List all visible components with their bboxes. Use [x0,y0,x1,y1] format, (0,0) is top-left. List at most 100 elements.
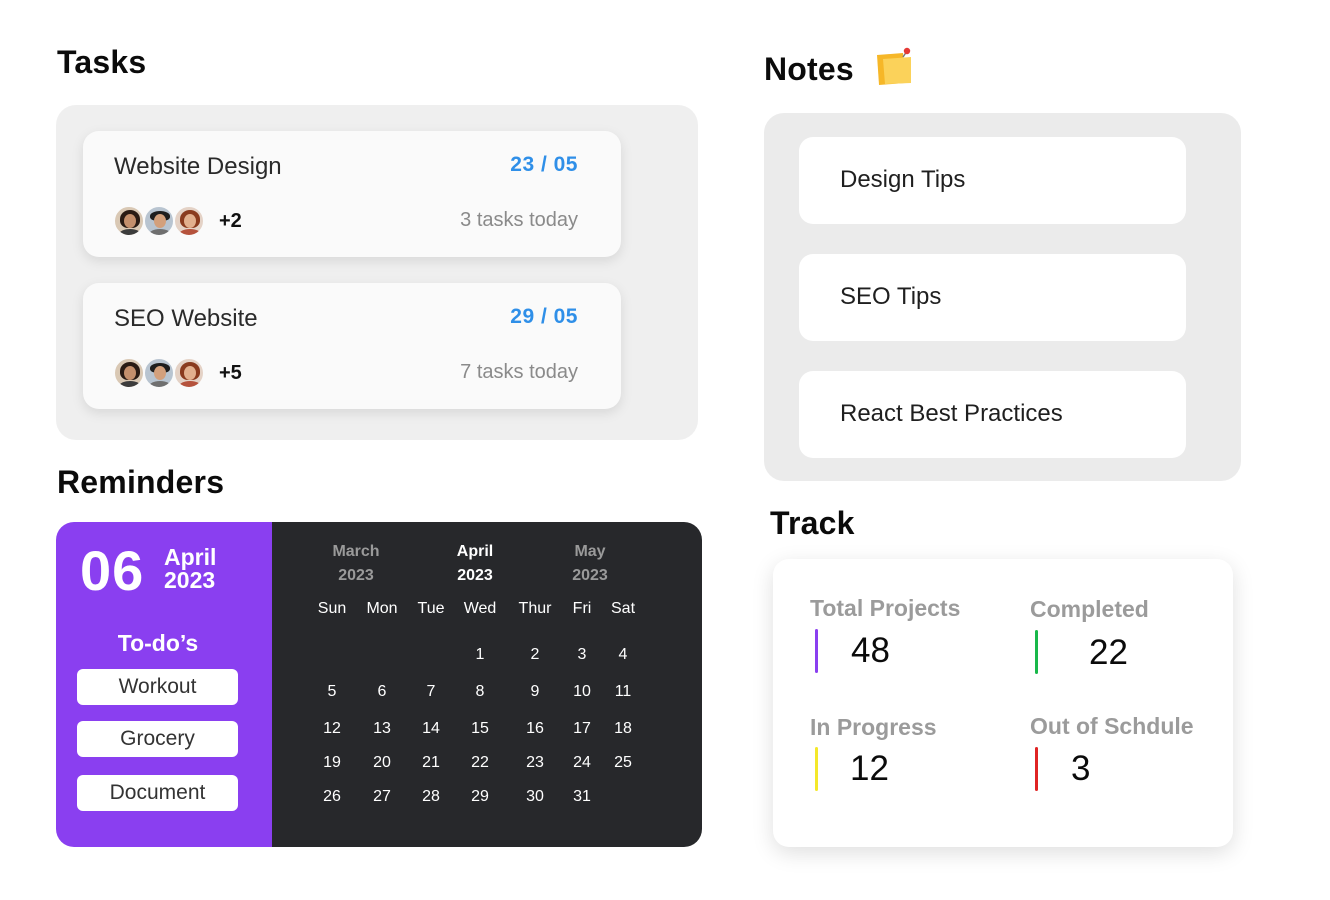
metric-label-in-progress: In Progress [810,714,937,740]
task-card-seo-website[interactable]: SEO Website 29 / 05 +5 7 tasks today [83,283,621,409]
weekday-label: Fri [572,600,592,617]
extra-members-count: +5 [219,361,242,384]
todo-title: To-do’s [117,630,199,656]
weekday-label: Sat [610,600,636,617]
todo-item-workout[interactable]: Workout [77,669,238,705]
reminders-title: Reminders [57,464,225,500]
calendar-day[interactable]: 10 [573,683,591,701]
weekday-label: Tue [417,600,445,617]
tasks-panel: Website Design 23 / 05 +2 3 tasks today … [56,105,698,440]
calendar-day[interactable]: 22 [471,754,489,772]
note-label: Design Tips [840,166,966,193]
note-label: React Best Practices [840,400,1063,427]
calendar-day[interactable]: 5 [328,683,337,701]
weekday-label: Mon [366,600,398,617]
calendar-day[interactable]: 7 [427,683,436,701]
metric-value-out-of-schedule: 3 [1071,749,1091,788]
todo-item-grocery[interactable]: Grocery [77,721,238,757]
metric-bar-completed [1035,630,1038,674]
metric-bar-out-of-schedule [1035,747,1038,791]
note-item[interactable]: SEO Tips [799,254,1186,341]
calendar-day[interactable]: 24 [573,754,591,772]
calendar: March 2023 April 2023 May 2023 Sun Mon T… [272,522,702,847]
track-card: Total Projects 48 Completed 22 In Progre… [773,559,1233,847]
calendar-day[interactable]: 21 [422,754,440,772]
calendar-day[interactable]: 6 [378,683,387,701]
calendar-day[interactable]: 18 [614,720,632,738]
calendar-day[interactable]: 23 [526,754,544,772]
task-count: 7 tasks today [460,361,578,383]
month-year: 2023 [338,567,374,584]
calendar-day[interactable]: 31 [573,788,591,806]
avatar [143,357,175,389]
tasks-title: Tasks [57,44,147,80]
calendar-day[interactable]: 30 [526,788,544,806]
calendar-day[interactable]: 9 [531,683,540,701]
task-title: Website Design [114,153,282,180]
todo-item-document[interactable]: Document [77,775,238,811]
notes-title: Notes [764,51,854,87]
note-item[interactable]: React Best Practices [799,371,1186,458]
avatar [173,205,205,237]
metric-value-completed: 22 [1089,633,1128,672]
note-label: SEO Tips [840,283,942,310]
calendar-day[interactable]: 29 [471,788,489,806]
member-avatars[interactable]: +5 [113,357,242,389]
metric-bar-in-progress [815,747,818,791]
reminders-summary: 06 April 2023 To-do’s Workout Grocery Do… [56,522,272,847]
task-card-website-design[interactable]: Website Design 23 / 05 +2 3 tasks today [83,131,621,257]
calendar-month-next[interactable]: May 2023 [550,540,630,588]
notes-panel: Design Tips SEO Tips React Best Practice… [764,113,1241,481]
calendar-day[interactable]: 16 [526,720,544,738]
metric-label-total-projects: Total Projects [810,595,961,621]
metric-label-completed: Completed [1030,596,1149,622]
calendar-day[interactable]: 1 [476,646,485,664]
metric-value-in-progress: 12 [850,749,889,788]
calendar-day[interactable]: 14 [422,720,440,738]
calendar-day[interactable]: 8 [476,683,485,701]
avatar [143,205,175,237]
task-count: 3 tasks today [460,209,578,231]
calendar-day[interactable]: 2 [531,646,540,664]
track-title: Track [770,505,855,541]
calendar-day[interactable]: 27 [373,788,391,806]
metric-value-total-projects: 48 [851,631,890,670]
month-year: 2023 [457,567,493,584]
selected-month-year: April 2023 [164,546,216,592]
calendar-day[interactable]: 28 [422,788,440,806]
task-title: SEO Website [114,305,258,332]
month-year: 2023 [572,567,608,584]
avatar [113,357,145,389]
month-name: May [574,543,606,560]
task-date: 29 / 05 [510,305,578,328]
calendar-day[interactable]: 4 [619,646,628,664]
weekday-label: Sun [317,600,347,617]
avatar [113,205,145,237]
weekday-label: Thur [518,600,552,617]
month-name: April [456,543,494,560]
member-avatars[interactable]: +2 [113,205,242,237]
task-date: 23 / 05 [510,153,578,176]
calendar-day[interactable]: 25 [614,754,632,772]
calendar-month-current[interactable]: April 2023 [435,540,515,588]
weekday-label: Wed [463,600,497,617]
calendar-month-prev[interactable]: March 2023 [316,540,396,588]
metric-label-out-of-schedule: Out of Schdule [1030,713,1194,739]
calendar-day[interactable]: 20 [373,754,391,772]
sticky-note-pin-icon [877,47,911,85]
calendar-day[interactable]: 11 [615,683,632,701]
selected-year: 2023 [164,567,216,593]
calendar-day[interactable]: 17 [573,720,591,738]
calendar-day[interactable]: 19 [323,754,341,772]
month-name: March [332,543,380,560]
calendar-day[interactable]: 13 [373,720,391,738]
calendar-day[interactable]: 3 [578,646,587,664]
calendar-day[interactable]: 15 [471,720,489,738]
calendar-day[interactable]: 12 [323,720,341,738]
note-item[interactable]: Design Tips [799,137,1186,224]
avatar [173,357,205,389]
extra-members-count: +2 [219,209,242,232]
calendar-day[interactable]: 26 [323,788,341,806]
selected-day: 06 [80,539,145,602]
metric-bar-total-projects [815,629,818,673]
